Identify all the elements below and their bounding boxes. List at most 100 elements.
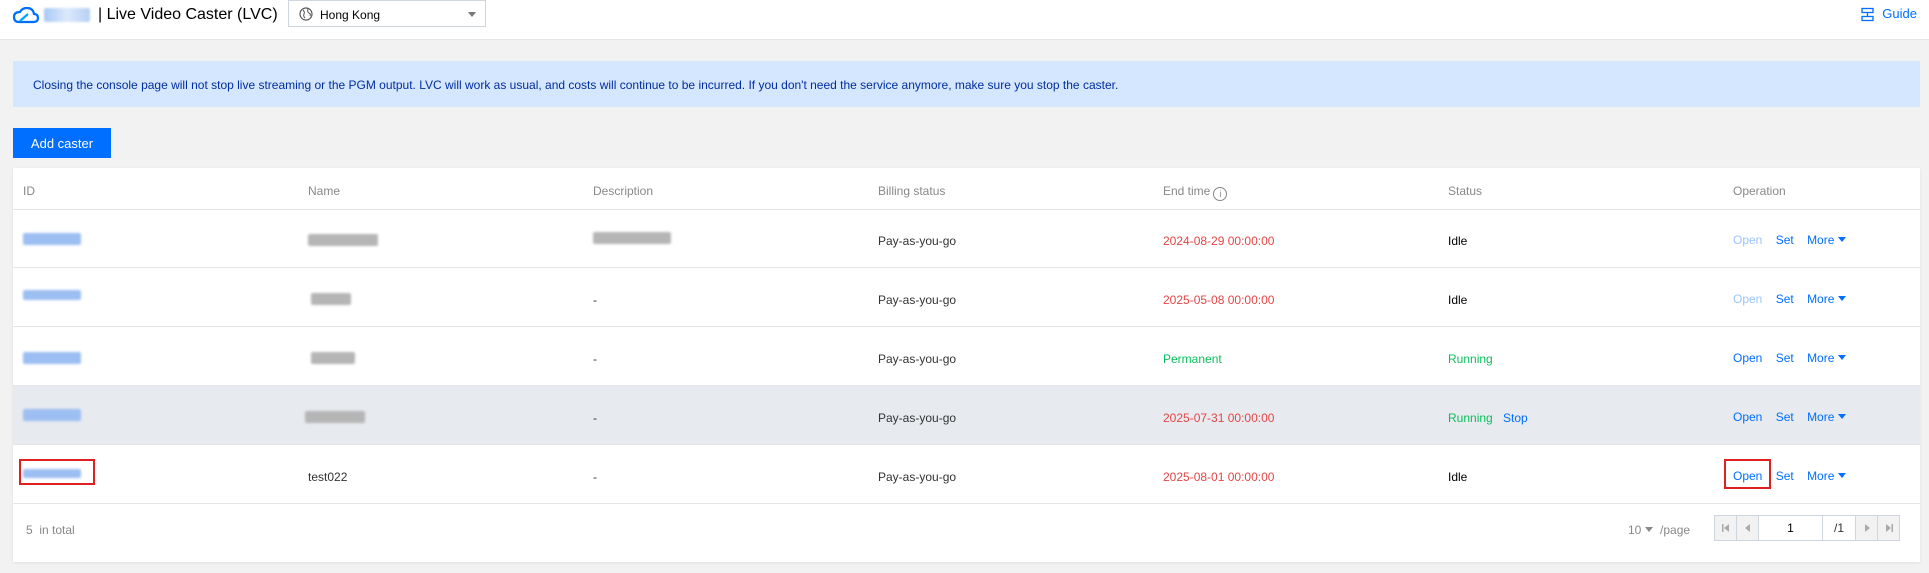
total-number: 5 <box>26 523 33 537</box>
page-title: | Live Video Caster (LVC) <box>98 6 278 23</box>
status-text: Running <box>1448 352 1493 366</box>
cloud-logo-icon <box>12 6 40 24</box>
guide-label: Guide <box>1882 6 1917 21</box>
caret-down-icon <box>1838 473 1847 478</box>
more-label: More <box>1807 410 1835 424</box>
total-count: 5 in total <box>26 523 75 537</box>
open-button[interactable]: Open <box>1733 410 1762 424</box>
set-button[interactable]: Set <box>1776 233 1794 247</box>
next-page-button[interactable] <box>1855 515 1878 541</box>
table-row: - Pay-as-you-go 2025-05-08 00:00:00 Idle… <box>13 268 1920 327</box>
set-button[interactable]: Set <box>1776 292 1794 306</box>
more-label: More <box>1807 292 1835 306</box>
caster-name-redacted <box>311 293 351 305</box>
highlight-box-id <box>19 459 95 485</box>
add-caster-button[interactable]: Add caster <box>13 128 111 158</box>
caster-description-redacted <box>593 232 671 244</box>
status-text: Idle <box>1448 234 1468 248</box>
end-time: 2025-05-08 00:00:00 <box>1163 293 1275 307</box>
end-time: Permanent <box>1163 352 1222 366</box>
row-operations: Open Set More <box>1733 410 1847 424</box>
last-page-icon <box>1885 524 1893 532</box>
billing-status: Pay-as-you-go <box>878 411 957 425</box>
page-number-input[interactable] <box>1758 515 1823 541</box>
open-button[interactable]: Open <box>1733 233 1762 247</box>
open-button[interactable]: Open <box>1733 351 1762 365</box>
row-operations: Open Set More <box>1733 351 1847 365</box>
more-dropdown[interactable]: More <box>1807 469 1847 483</box>
caret-down-icon <box>1838 296 1847 301</box>
next-page-icon <box>1864 524 1870 532</box>
region-label: Hong Kong <box>320 8 381 22</box>
column-header-name: Name <box>308 184 341 198</box>
table-row: - Pay-as-you-go 2025-07-31 00:00:00 Runn… <box>13 386 1920 445</box>
table-header: ID Name Description Billing status End t… <box>13 168 1920 210</box>
region-selector[interactable]: Hong Kong <box>288 0 486 27</box>
caster-name-redacted <box>311 352 355 364</box>
caster-name-redacted <box>305 411 365 423</box>
chevron-down-icon <box>468 12 476 17</box>
prev-page-icon <box>1744 524 1750 532</box>
top-bar: | Live Video Caster (LVC) Hong Kong Guid… <box>0 0 1929 40</box>
table-row: test022 - Pay-as-you-go 2025-08-01 00:00… <box>13 445 1920 504</box>
column-header-operation: Operation <box>1733 184 1786 198</box>
more-dropdown[interactable]: More <box>1807 292 1847 306</box>
caster-id-link[interactable] <box>23 409 81 421</box>
open-button[interactable]: Open <box>1733 292 1762 306</box>
caster-id-link[interactable] <box>23 290 81 300</box>
status-text: Idle <box>1448 470 1468 484</box>
set-button[interactable]: Set <box>1776 469 1794 483</box>
end-time: 2024-08-29 00:00:00 <box>1163 234 1275 248</box>
description: - <box>593 470 597 484</box>
page-size-value: 10 <box>1628 523 1642 537</box>
caster-name-redacted <box>308 234 378 246</box>
caster-id-link[interactable] <box>23 352 81 364</box>
total-suffix: in total <box>39 523 75 537</box>
column-header-end-time: End time i <box>1163 184 1228 201</box>
info-icon[interactable]: i <box>1213 187 1228 201</box>
row-operations: Open Set More <box>1733 233 1847 247</box>
end-time-label: End time <box>1163 184 1211 198</box>
row-operations: Open Set More <box>1733 292 1847 306</box>
column-header-id: ID <box>23 184 35 198</box>
notice-text: Closing the console page will not stop l… <box>33 78 1119 92</box>
column-header-billing-status: Billing status <box>878 184 946 198</box>
caster-table: ID Name Description Billing status End t… <box>13 168 1920 562</box>
column-header-status: Status <box>1448 184 1483 198</box>
stop-button[interactable]: Stop <box>1503 411 1528 425</box>
page-size-suffix: /page <box>1660 523 1691 537</box>
set-button[interactable]: Set <box>1776 410 1794 424</box>
column-header-description: Description <box>593 184 654 198</box>
end-time: 2025-08-01 00:00:00 <box>1163 470 1275 484</box>
caster-id-link[interactable] <box>23 233 81 245</box>
brand-name-redacted <box>44 8 90 22</box>
page-size-selector[interactable]: 10 /page <box>1628 523 1690 537</box>
more-label: More <box>1807 233 1835 247</box>
more-label: More <box>1807 351 1835 365</box>
caret-down-icon <box>1838 414 1847 419</box>
caster-name: test022 <box>308 470 348 484</box>
more-dropdown[interactable]: More <box>1807 233 1847 247</box>
status-text: Running <box>1448 411 1493 425</box>
billing-status: Pay-as-you-go <box>878 293 957 307</box>
table-row: - Pay-as-you-go Permanent Running Open S… <box>13 327 1920 386</box>
set-button[interactable]: Set <box>1776 351 1794 365</box>
description: - <box>593 352 597 366</box>
guide-icon <box>1861 7 1874 22</box>
first-page-button[interactable] <box>1714 515 1737 541</box>
highlight-box-open <box>1724 459 1771 489</box>
end-time: 2025-07-31 00:00:00 <box>1163 411 1275 425</box>
description: - <box>593 411 597 425</box>
table-row: Pay-as-you-go 2024-08-29 00:00:00 Idle O… <box>13 209 1920 268</box>
more-dropdown[interactable]: More <box>1807 351 1847 365</box>
notice-banner: Closing the console page will not stop l… <box>13 61 1920 107</box>
globe-icon <box>299 7 313 21</box>
status-text: Idle <box>1448 293 1468 307</box>
pagination: /1 <box>1714 515 1900 541</box>
billing-status: Pay-as-you-go <box>878 234 957 248</box>
caret-down-icon <box>1838 355 1847 360</box>
last-page-button[interactable] <box>1877 515 1900 541</box>
guide-link[interactable]: Guide <box>1861 6 1917 22</box>
more-dropdown[interactable]: More <box>1807 410 1847 424</box>
prev-page-button[interactable] <box>1736 515 1759 541</box>
